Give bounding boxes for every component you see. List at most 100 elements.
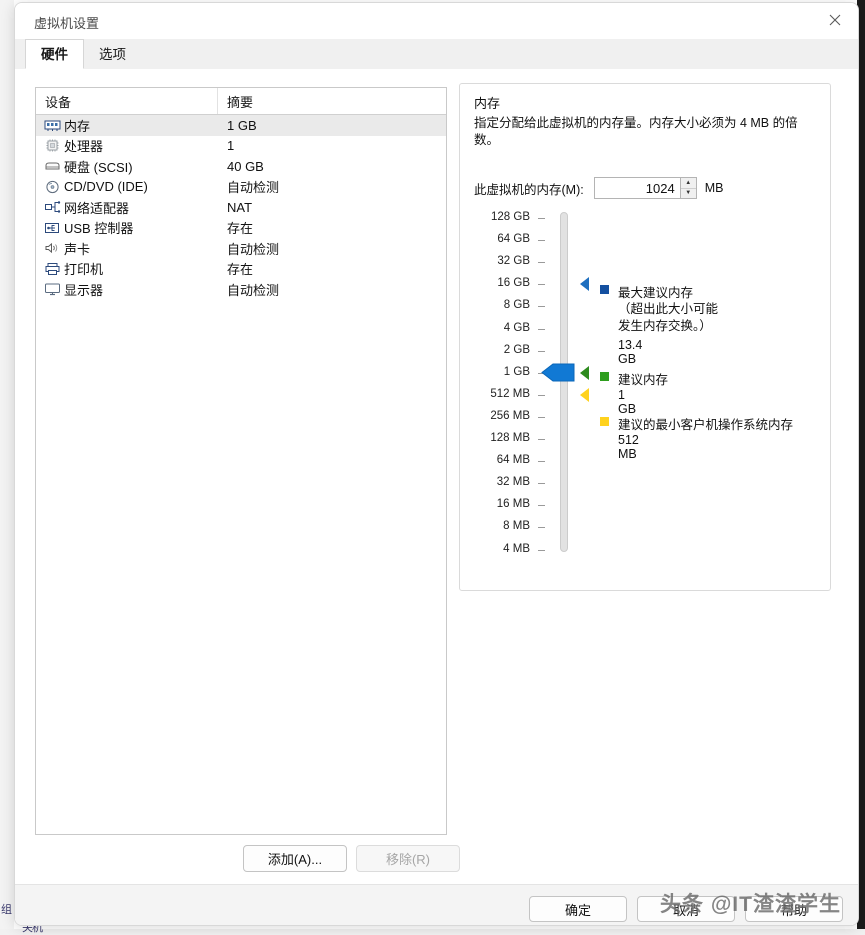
scale-label-13: 16 MB bbox=[496, 498, 530, 511]
chevron-down-icon[interactable]: ▼ bbox=[681, 189, 696, 199]
device-row-2[interactable]: 硬盘 (SCSI) 40 GB bbox=[36, 156, 446, 177]
scale-tick-10 bbox=[538, 439, 545, 440]
tab-hardware[interactable]: 硬件 bbox=[25, 39, 84, 69]
scale-label-4: 8 GB bbox=[503, 299, 530, 312]
device-label: 处理器 bbox=[64, 139, 104, 155]
scale-label-3: 16 GB bbox=[497, 277, 530, 290]
legend-marker-triangle-2 bbox=[580, 387, 589, 402]
memory-settings-group: 内存 指定分配给此虚拟机的内存量。内存大小必须为 4 MB 的倍数。 此虚拟机的… bbox=[459, 83, 831, 591]
device-summary-cell: 40 GB bbox=[227, 158, 264, 174]
device-name-cell: 处理器 bbox=[36, 136, 218, 155]
device-label: 显示器 bbox=[64, 282, 104, 298]
device-row-4[interactable]: 网络适配器 NAT bbox=[36, 197, 446, 218]
device-label: 打印机 bbox=[64, 262, 104, 278]
memory-icon bbox=[44, 118, 64, 132]
device-summary-cell: 自动检测 bbox=[227, 282, 280, 298]
scale-tick-3 bbox=[538, 284, 545, 286]
device-label: USB 控制器 bbox=[64, 221, 134, 237]
device-name-cell: USB 控制器 bbox=[36, 218, 218, 237]
device-rows-container: 内存 1 GB 处理器 1 硬盘 (SCSI) 40 GB CD/DVD (IDE) 自动检测… bbox=[36, 115, 446, 300]
scale-tick-4 bbox=[538, 306, 545, 308]
legend-value: 13.4 GB bbox=[618, 338, 643, 366]
memory-unit-label: MB bbox=[704, 181, 724, 195]
column-header-device: 设备 bbox=[36, 88, 218, 114]
background-text-fragment-left: 组 bbox=[1, 904, 12, 916]
device-row-8[interactable]: 显示器 自动检测 bbox=[36, 279, 446, 300]
device-row-1[interactable]: 处理器 1 bbox=[36, 136, 446, 157]
harddisk-icon bbox=[44, 159, 64, 173]
scale-tick-6 bbox=[538, 350, 545, 352]
device-row-5[interactable]: USB 控制器 存在 bbox=[36, 218, 446, 239]
legend-color-swatch bbox=[600, 417, 609, 426]
legend-label: 建议内存 bbox=[618, 373, 669, 387]
memory-stepper[interactable]: ▲ ▼ bbox=[593, 177, 697, 199]
device-row-6[interactable]: 声卡 自动检测 bbox=[36, 238, 446, 259]
scale-label-12: 32 MB bbox=[496, 476, 530, 489]
device-row-0[interactable]: 内存 1 GB bbox=[36, 115, 446, 136]
scale-tick-0 bbox=[538, 218, 545, 219]
remove-device-button: 移除(R) bbox=[356, 845, 460, 872]
device-name-cell: 内存 bbox=[36, 116, 218, 135]
printer-icon bbox=[44, 262, 64, 276]
memory-scale-ticks bbox=[538, 212, 550, 572]
device-label: CD/DVD (IDE) bbox=[64, 179, 148, 195]
dialog-body: 设备 摘要 内存 1 GB 处理器 1 硬盘 (SCSI) 40 GB CD/DVD (ID… bbox=[15, 69, 858, 925]
device-name-cell: 网络适配器 bbox=[36, 198, 218, 217]
device-row-3[interactable]: CD/DVD (IDE) 自动检测 bbox=[36, 177, 446, 198]
memory-slider-area: 128 GB 64 GB 32 GB 16 GB 8 GB 4 GB 2 GB 1 GB 512… bbox=[460, 211, 832, 572]
title-bar: 虚拟机设置 bbox=[15, 3, 858, 39]
scale-label-11: 64 MB bbox=[496, 454, 530, 467]
memory-input[interactable] bbox=[594, 178, 680, 198]
device-label: 内存 bbox=[64, 118, 91, 134]
scale-tick-14 bbox=[538, 527, 545, 529]
desktop-background-bottom-strip bbox=[0, 929, 865, 935]
tab-strip: 硬件 选项 bbox=[15, 39, 858, 70]
ok-button[interactable]: 确定 bbox=[529, 896, 627, 922]
device-list[interactable]: 设备 摘要 内存 1 GB 处理器 1 硬盘 (SCSI) 40 GB CD/DVD (ID… bbox=[35, 87, 447, 835]
cpu-icon bbox=[44, 139, 64, 153]
cancel-button[interactable]: 取消 bbox=[637, 896, 735, 922]
help-button[interactable]: 帮助 bbox=[745, 896, 843, 922]
desktop-background-left-strip bbox=[0, 0, 14, 935]
memory-group-title: 内存 bbox=[474, 96, 501, 111]
scale-label-8: 512 MB bbox=[490, 387, 530, 400]
scale-label-1: 64 GB bbox=[497, 233, 530, 246]
display-icon bbox=[44, 282, 64, 296]
device-list-header: 设备 摘要 bbox=[36, 88, 446, 115]
cddvd-icon bbox=[44, 180, 64, 194]
scale-label-10: 128 MB bbox=[490, 432, 530, 444]
device-summary-cell: 自动检测 bbox=[227, 241, 280, 257]
memory-field-row: 此虚拟机的内存(M): ▲ ▼ MB bbox=[474, 177, 723, 199]
memory-stepper-buttons[interactable]: ▲ ▼ bbox=[679, 178, 696, 199]
device-name-cell: 声卡 bbox=[36, 239, 218, 258]
close-icon[interactable] bbox=[812, 3, 858, 37]
window-title: 虚拟机设置 bbox=[34, 16, 100, 31]
legend-note: （超出此大小可能 发生内存交换。） bbox=[618, 302, 719, 333]
device-summary-cell: NAT bbox=[227, 199, 253, 215]
scale-tick-8 bbox=[538, 394, 545, 396]
scale-tick-15 bbox=[538, 549, 545, 551]
device-summary-cell: 存在 bbox=[227, 221, 254, 237]
scale-tick-9 bbox=[538, 416, 545, 418]
chevron-up-icon[interactable]: ▲ bbox=[680, 178, 696, 189]
device-label: 网络适配器 bbox=[64, 200, 130, 216]
legend-label: 最大建议内存 bbox=[618, 286, 694, 300]
tab-options[interactable]: 选项 bbox=[84, 40, 141, 69]
network-icon bbox=[44, 200, 64, 214]
device-name-cell: 显示器 bbox=[36, 280, 218, 299]
scale-tick-13 bbox=[538, 505, 545, 507]
column-header-summary: 摘要 bbox=[227, 95, 254, 110]
device-name-cell: 打印机 bbox=[36, 259, 218, 278]
scale-tick-1 bbox=[538, 240, 545, 242]
memory-slider-handle[interactable] bbox=[541, 363, 575, 382]
dialog-footer: 确定 取消 帮助 bbox=[15, 885, 858, 925]
sound-icon bbox=[44, 241, 64, 255]
device-row-7[interactable]: 打印机 存在 bbox=[36, 259, 446, 280]
add-device-button[interactable]: 添加(A)... bbox=[243, 845, 347, 872]
legend-color-swatch bbox=[600, 372, 609, 381]
device-summary-cell: 1 GB bbox=[227, 117, 257, 133]
device-summary-cell: 1 bbox=[227, 138, 235, 154]
scale-label-15: 4 MB bbox=[503, 542, 530, 555]
scale-label-5: 4 GB bbox=[503, 321, 530, 334]
scale-tick-2 bbox=[538, 262, 545, 264]
